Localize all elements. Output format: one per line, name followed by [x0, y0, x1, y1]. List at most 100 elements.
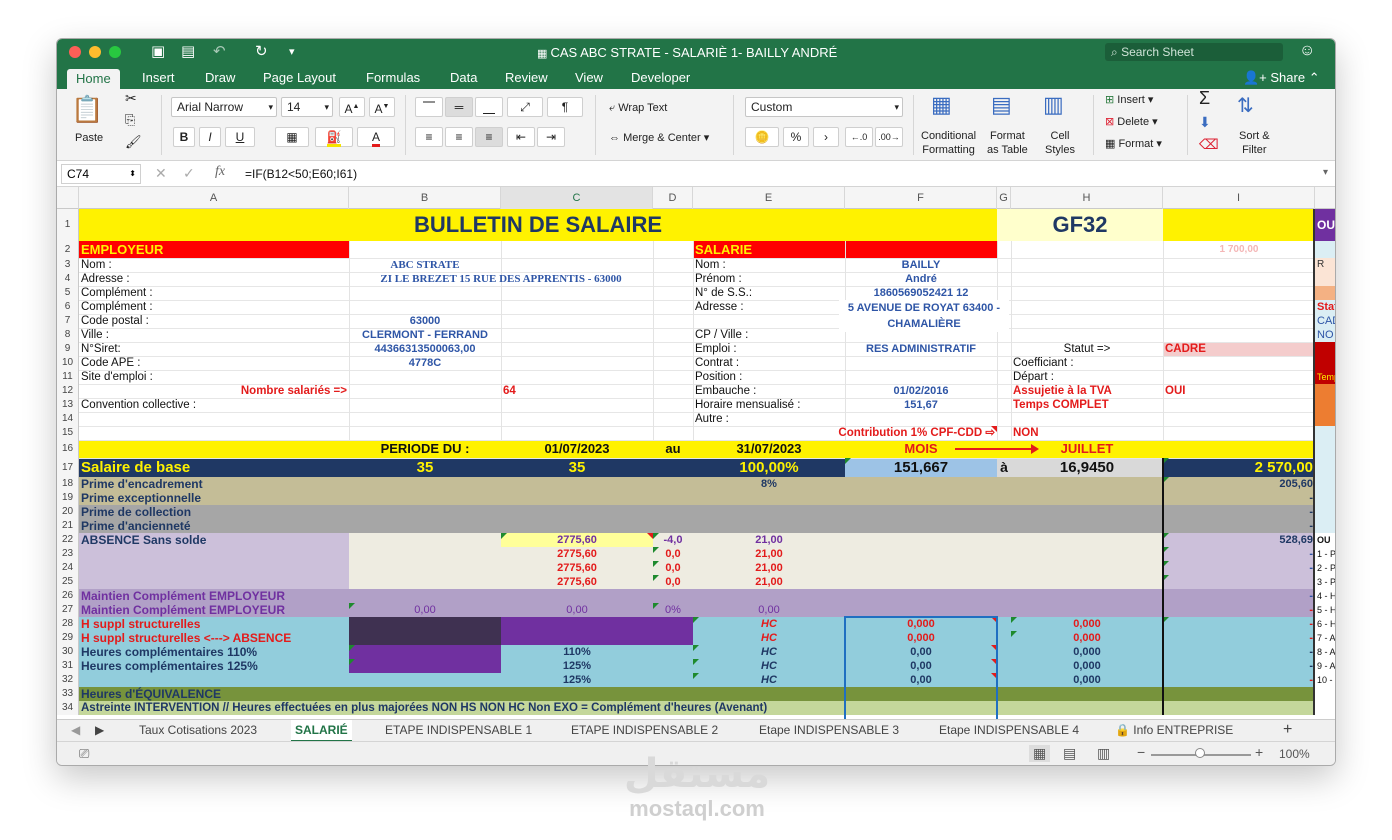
formula-input[interactable]: =IF(B12<50;E60;I61) — [245, 167, 357, 181]
cancel-icon[interactable]: ✕ — [155, 165, 167, 182]
cell-a10[interactable]: Code APE : — [81, 356, 347, 370]
row-header[interactable]: 24 — [57, 561, 79, 575]
row-header[interactable]: 26 — [57, 589, 79, 603]
cell-e14[interactable]: Autre : — [695, 412, 843, 426]
row-header[interactable]: 8 — [57, 328, 79, 342]
cell-i30[interactable]: - — [1165, 645, 1313, 659]
cell-i24[interactable]: - — [1165, 561, 1313, 575]
cell-c32[interactable]: 125% — [503, 673, 651, 687]
cell-i29[interactable]: - — [1165, 631, 1313, 645]
cell-i32[interactable]: - — [1165, 673, 1313, 687]
cell-styles-icon[interactable]: ▥ — [1043, 93, 1064, 117]
sheet-tab-taux-cotisations[interactable]: Taux Cotisations 2023 — [135, 720, 261, 742]
cell-a4[interactable]: Adresse : — [81, 272, 347, 286]
undo-icon[interactable]: ↶ — [213, 44, 226, 60]
share-button[interactable]: 👤+ Share ⌃ — [1243, 69, 1320, 87]
cell-a9[interactable]: N°Siret: — [81, 342, 347, 356]
cell-e11[interactable]: Position : — [695, 370, 843, 384]
cell-h12[interactable]: Assujetie à la TVA — [1013, 384, 1161, 398]
cell-h31[interactable]: 0,000 — [1013, 659, 1161, 673]
cell-b7[interactable]: 63000 — [351, 314, 499, 328]
row-header[interactable]: 15 — [57, 426, 79, 440]
normal-view-icon[interactable]: ▦ — [1029, 745, 1051, 762]
sheet-tab-info-entreprise[interactable]: 🔒 Info ENTREPRISE — [1111, 720, 1237, 742]
cell-h15[interactable]: NON — [1013, 426, 1161, 440]
cell-styles-button[interactable]: Cell Styles — [1045, 129, 1075, 157]
cell-e6[interactable]: Adresse : — [695, 300, 843, 314]
row-header[interactable]: 34 — [57, 701, 79, 715]
tab-draw[interactable]: Draw — [205, 69, 235, 87]
copy-icon[interactable]: ⎘ — [125, 113, 135, 127]
italic-button[interactable]: I — [199, 127, 221, 147]
column-header-e[interactable]: E — [693, 187, 845, 209]
cell-e15[interactable]: Contribution 1% CPF-CDD ⇨ — [695, 426, 995, 440]
insert-function-icon[interactable]: fx — [215, 164, 225, 180]
row-header[interactable]: 4 — [57, 272, 79, 286]
cell-b10[interactable]: 4778C — [351, 356, 499, 370]
cell-i28[interactable]: - — [1165, 617, 1313, 631]
cell-b9[interactable]: 44366313500063,00 — [351, 342, 499, 356]
cell-c22[interactable]: 2775,60 — [503, 533, 651, 547]
cell-e10[interactable]: Contrat : — [695, 356, 843, 370]
name-box[interactable]: C74 ⬍ — [61, 164, 141, 184]
font-color-button[interactable]: A — [357, 127, 395, 147]
cell-j22[interactable]: OU — [1317, 533, 1335, 547]
column-header-d[interactable]: D — [653, 187, 693, 209]
cell-h10[interactable]: Coefficiant : — [1013, 356, 1161, 370]
cell-a17[interactable]: Salaire de base — [81, 458, 347, 477]
zoom-window-button[interactable] — [109, 46, 121, 58]
cell-d24[interactable]: 0,0 — [655, 561, 691, 575]
page-break-view-icon[interactable]: ▥ — [1097, 745, 1110, 762]
tab-view[interactable]: View — [575, 69, 603, 87]
cell-j32[interactable]: 10 - — [1317, 673, 1335, 687]
tab-review[interactable]: Review — [505, 69, 548, 87]
close-window-button[interactable] — [69, 46, 81, 58]
cell-i22[interactable]: 528,69 — [1165, 533, 1313, 547]
sidebar-icon[interactable]: ▣ — [151, 44, 165, 60]
insert-cells-button[interactable]: ⊞ Insert ▾ — [1105, 93, 1153, 107]
search-sheet-input[interactable]: ⌕ Search Sheet — [1105, 43, 1283, 61]
font-name-select[interactable]: Arial Narrow ▾ — [171, 97, 277, 117]
cell-c17[interactable]: 35 — [503, 458, 651, 477]
cell-j31[interactable]: 9 - A — [1317, 659, 1335, 673]
paste-icon[interactable]: 📋 — [71, 95, 103, 123]
zoom-out-button[interactable]: − — [1137, 744, 1145, 760]
cell-c16[interactable]: 01/07/2023 — [503, 440, 651, 458]
customize-toolbar-icon[interactable]: ▾ — [289, 44, 295, 60]
row-header[interactable]: 33 — [57, 687, 79, 701]
cut-icon[interactable]: ✂ — [125, 91, 137, 105]
cell-j11[interactable]: Temps C — [1317, 370, 1335, 384]
row-header[interactable]: 12 — [57, 384, 79, 398]
cell-b8[interactable]: CLERMONT - FERRAND — [351, 328, 499, 342]
cell-j29[interactable]: 7 - A — [1317, 631, 1335, 645]
row-header[interactable]: 9 — [57, 342, 79, 356]
spreadsheet-grid[interactable]: A B C D E F G H I 1 2 3 4 5 6 7 8 9 10 11 12 13 14 15 1… — [57, 187, 1335, 719]
paste-label[interactable]: Paste — [75, 131, 103, 145]
row-header[interactable]: 20 — [57, 505, 79, 519]
cell-a8[interactable]: Ville : — [81, 328, 347, 342]
cell-e32[interactable]: HC — [695, 673, 843, 687]
cell-e28[interactable]: HC — [695, 617, 843, 631]
bold-button[interactable]: B — [173, 127, 195, 147]
cell-i20[interactable]: - — [1165, 505, 1313, 519]
cell-a22[interactable]: ABSENCE Sans solde — [81, 533, 347, 547]
sheet-tab-etape-2[interactable]: ETAPE INDISPENSABLE 2 — [567, 720, 722, 742]
tab-developer[interactable]: Developer — [631, 69, 690, 87]
cell-e29[interactable]: HC — [695, 631, 843, 645]
cell-e27[interactable]: 0,00 — [695, 603, 843, 617]
cell-d27[interactable]: 0% — [655, 603, 691, 617]
cell-i18[interactable]: 205,60 — [1165, 477, 1313, 491]
cell-e18[interactable]: 8% — [695, 477, 843, 491]
cell-c30[interactable]: 110% — [503, 645, 651, 659]
cell-a18[interactable]: Prime d'encadrement — [81, 477, 347, 491]
zoom-slider-thumb[interactable] — [1195, 748, 1205, 758]
cell-e8[interactable]: CP / Ville : — [695, 328, 843, 342]
cell-i9[interactable]: CADRE — [1165, 342, 1313, 356]
accounting-format-button[interactable]: 🪙 — [745, 127, 779, 147]
row-header[interactable]: 17 — [57, 458, 79, 477]
tab-home[interactable]: Home — [67, 69, 120, 89]
macro-record-icon[interactable]: ⎚ — [79, 746, 89, 762]
sheet-tab-etape-1[interactable]: ETAPE INDISPENSABLE 1 — [381, 720, 536, 742]
decrease-indent-button[interactable]: ⇤ — [507, 127, 535, 147]
format-painter-icon[interactable]: 🖌 — [125, 135, 142, 149]
